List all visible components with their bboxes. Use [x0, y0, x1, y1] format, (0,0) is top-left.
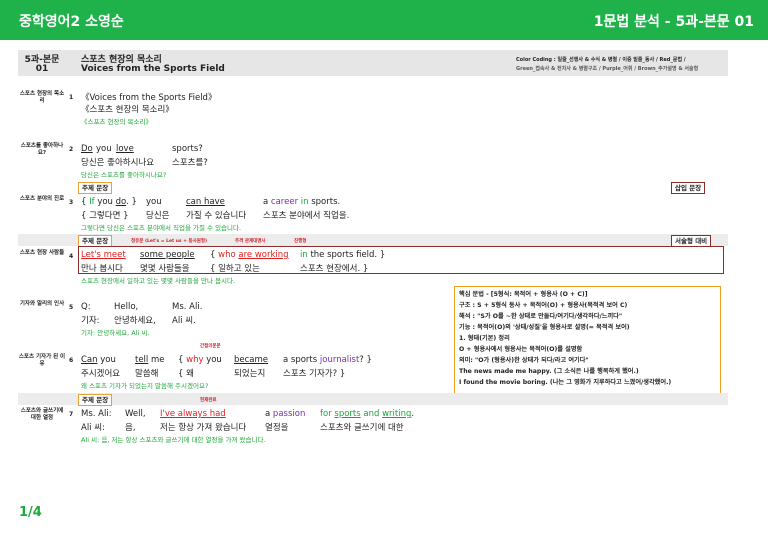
section-label-1: 스포츠 현장의 목소리	[19, 91, 65, 104]
sentence-number-6: 6	[69, 357, 74, 364]
sentence-number-5: 5	[69, 304, 74, 311]
ko-chunk-4b: 몇몇 사람들을	[140, 264, 190, 274]
annotation-progressive: 진행형	[294, 239, 307, 244]
sentence-number-2: 2	[69, 146, 74, 153]
word-love: love	[116, 144, 134, 154]
ko-chunk-6d: 되었는지	[234, 369, 266, 379]
section-label-4: 스포츠 현장 사람들	[19, 250, 65, 256]
section-label-5: 기자와 알리의 인사	[19, 301, 65, 307]
en-chunk-7e: for sports and writing.	[320, 409, 415, 419]
ko-chunk-5b: 안녕하세요,	[114, 316, 156, 326]
section-label-2: 스포츠를 좋아하나요?	[20, 143, 64, 156]
ko-chunk-7d: 열정을	[265, 423, 289, 433]
page-number: 1/4	[19, 505, 42, 520]
tag-main-sentence-1: 주제 문장	[78, 182, 113, 194]
header-title-right: 1문법 분석 - 5과-본문 01	[593, 14, 754, 30]
lesson-number-line2: 01	[35, 64, 49, 74]
ko-chunk-3b: 당신은	[146, 211, 170, 221]
grammar-line-8: The news made me happy. (그 소식은 나를 행복하게 했…	[459, 368, 639, 375]
ko-chunk-6b: 말씀해	[135, 369, 159, 379]
en-chunk-6b: tell me	[135, 355, 165, 365]
grammar-line-5: 1. 형태(기본) 정리	[459, 335, 510, 342]
annotation-imperative: 청유문 (Let's = Let us + 동사원형)	[131, 239, 208, 244]
sentence-number-7: 7	[69, 411, 74, 418]
header-title-left: 중학영어2 소영순	[19, 14, 124, 30]
translation-2: 당신은 스포츠를 좋아하시나요?	[81, 171, 167, 179]
tag-main-sentence-3: 주제 문장	[78, 394, 113, 406]
en-chunk-7b: Well,	[125, 409, 146, 419]
translation-3: 그렇다면 당신은 스포츠 분야에서 직업을 가질 수 있습니다.	[81, 224, 242, 232]
ko-chunk-4a: 만나 봅시다	[81, 264, 123, 274]
sentence-ko-1: 《스포츠 현장의 목소리》	[81, 105, 174, 115]
word-lets-meet: Let's meet	[81, 250, 126, 260]
word-you: you	[96, 144, 112, 154]
word-you-3: you	[146, 197, 162, 207]
en-chunk-6c: { why you	[178, 355, 222, 365]
translation-1: 《스포츠 현장의 목소리》	[81, 118, 152, 126]
section-label-3: 스포츠 분야의 진로	[19, 196, 65, 202]
grammar-line-3: 해석 : "S가 O를 ~한 상태로 만들다/여기다/생각하다/느끼다"	[459, 313, 623, 320]
ko-chunk-7b: 음,	[125, 423, 136, 433]
en-chunk-5b: Hello,	[114, 302, 139, 312]
en-chunk-4a: { who are working	[210, 250, 289, 260]
grammar-line-6: O + 형용사에서 형용사는 목적어(O)를 설명함	[459, 346, 583, 353]
en-chunk-3b: a career in sports.	[263, 197, 341, 207]
en-chunk-5a: Q:	[81, 302, 91, 312]
en-chunk-6d: a sports journalist? }	[283, 355, 372, 365]
ko-chunk-6e: 스포츠 기자가? }	[283, 369, 346, 379]
annotation-indirect-question: 간접의문문	[200, 344, 221, 349]
color-coding-line2: Green_접속사 & 전치사 & 병렬구조 / Purple_어휘 / Bro…	[516, 66, 699, 72]
title-english: Voices from the Sports Field	[81, 64, 225, 74]
annotation-present-perfect: 현재완료	[200, 398, 217, 403]
en-chunk-7d: a passion	[265, 409, 306, 419]
translation-7: Ali 씨: 음, 저는 항상 스포츠와 글쓰기에 대한 열정을 가져 왔습니다…	[81, 436, 266, 444]
word-do: Do	[81, 144, 93, 154]
translation-6: 왜 스포츠 기자가 되었는지 말씀해 주시겠어요?	[81, 382, 209, 390]
grammar-line-1: 핵심 문법 - [5형식: 목적어 + 형용사 (O + C)]	[459, 291, 588, 298]
sentence-number-3: 3	[69, 199, 74, 206]
en-chunk-7a: Ms. Ali:	[81, 409, 112, 419]
word-some-people: some people	[140, 250, 195, 260]
section-label-7: 스포츠와 글쓰기에 대한 열정	[20, 408, 64, 421]
ko-chunk-4d: 스포츠 현장에서. }	[300, 264, 369, 274]
en-chunk-4b: in the sports field. }	[300, 250, 386, 260]
sentence-en-1: 《Voices from the Sports Field》	[81, 93, 217, 103]
section-label-6: 스포츠 기자가 된 이유	[18, 354, 66, 367]
grammar-line-9: I found the movie boring. (나는 그 영화가 지루하다…	[459, 379, 672, 386]
translation-5: 기자: 안녕하세요, Ali 씨.	[81, 329, 150, 337]
en-chunk-3a: { If you do. }	[81, 197, 137, 207]
word-became: became	[234, 355, 269, 365]
sentence-number-1: 1	[69, 94, 74, 101]
ko-chunk-2a: 당신은 좋아하시나요	[81, 158, 155, 168]
en-chunk-6a: Can you	[81, 355, 116, 365]
tag-inserted-sentence: 삽입 문장	[671, 182, 706, 194]
ko-chunk-3d: 스포츠 분야에서 직업을.	[263, 211, 350, 221]
en-chunk-5c: Ms. Ali.	[172, 302, 203, 312]
ko-chunk-5c: Ali 씨.	[172, 316, 196, 326]
ko-chunk-7e: 스포츠와 글쓰기에 대한	[320, 423, 404, 433]
ko-chunk-6c: { 왜	[178, 369, 194, 379]
word-ive-always-had: I've always had	[160, 409, 226, 419]
ko-chunk-4c: { 일하고 있는	[210, 264, 260, 274]
ko-chunk-3c: 가질 수 있습니다	[186, 211, 247, 221]
highlight-band	[18, 234, 728, 246]
highlight-band-2	[18, 393, 728, 405]
annotation-relative-pronoun: 주격 관계대명사	[235, 239, 266, 244]
ko-chunk-6a: 주시겠어요	[81, 369, 121, 379]
word-sports: sports?	[172, 144, 203, 154]
grammar-line-4: 기능 : 목적어(O)의 '상태/성질'을 형용사로 설명(= 목적격 보어)	[459, 324, 630, 331]
ko-chunk-2b: 스포츠를?	[172, 158, 208, 168]
ko-chunk-7a: Ali 씨:	[81, 423, 105, 433]
ko-chunk-7c: 저는 항상 가져 왔습니다	[160, 423, 247, 433]
word-can-have: can have	[186, 197, 225, 207]
grammar-line-7: 의미: "O가 (형용사)한 상태가 되다/라고 여기다"	[459, 357, 589, 364]
color-coding-line1: Color Coding : 일줄_선행사 & 수식 & 병렬 / 이중 밑줄_…	[516, 57, 686, 63]
grammar-line-2: 구조 : S + 5형식 동사 + 목적어(O) + 형용사(목적격 보어 C)	[459, 302, 628, 309]
sentence-number-4: 4	[69, 253, 74, 260]
translation-4: 스포츠 현장에서 일하고 있는 몇몇 사람들을 만나 봅시다.	[81, 277, 236, 285]
ko-chunk-3a: { 그렇다면 }	[81, 211, 129, 221]
ko-chunk-5a: 기자:	[81, 316, 100, 326]
